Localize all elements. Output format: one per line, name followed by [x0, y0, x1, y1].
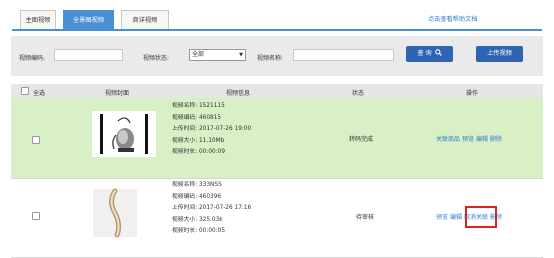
video-code-label: 视频编码: — [19, 55, 46, 62]
tab-underline — [12, 29, 542, 31]
select-all-label: 全选 — [33, 90, 46, 97]
delete-link[interactable]: 删除 — [490, 136, 502, 143]
row-checkbox[interactable] — [32, 136, 40, 144]
actions-header: 操作 — [466, 90, 479, 97]
filter-bar: 视频编码: 视频状态: 全部 ▼ 视频名称: 查 询 上传视频 — [11, 36, 543, 76]
video-status-value: 全部 — [192, 51, 205, 58]
video-cover-thumbnail[interactable] — [92, 111, 156, 157]
video-duration: 视频时长: 00:00:09 — [172, 149, 226, 155]
video-code-input[interactable] — [54, 49, 123, 61]
edit-link[interactable]: 编辑 — [450, 214, 462, 221]
preview-link[interactable]: 预览 — [462, 136, 474, 143]
video-code: 视频编码: 460396 — [172, 193, 222, 200]
cover-header: 视频封面 — [105, 90, 130, 97]
video-name: 视频名称: 333NSS — [172, 182, 222, 188]
video-name-label: 视频名称: — [257, 55, 284, 62]
table-row: 视频名称: 1521115 视频编码: 460815 上传时间: 2017-07… — [11, 98, 543, 179]
upload-video-button[interactable]: 上传视频 — [476, 46, 523, 62]
table-row: 视频名称: 333NSS 视频编码: 460396 上传时间: 2017-07-… — [11, 179, 543, 258]
upload-time: 上传时间: 2017-07-26 19:00 — [172, 126, 252, 132]
table-header: 全选 视频封面 视频信息 状态 操作 — [11, 84, 543, 99]
help-doc-link[interactable]: 点击查看帮助文档 — [428, 14, 478, 23]
video-name-input[interactable] — [293, 49, 394, 61]
vacuum-cleaner-image — [92, 111, 156, 157]
tab-detail-video[interactable]: 商详视频 — [121, 10, 169, 30]
video-cover-thumbnail[interactable] — [91, 187, 139, 239]
video-name: 视频名称: 1521115 — [172, 103, 225, 109]
video-info: 视频名称: 333NSS 视频编码: 460396 上传时间: 2017-07-… — [172, 180, 251, 238]
row-actions: 关联商品 预览 编辑 删除 — [436, 134, 504, 143]
select-all-checkbox[interactable] — [21, 87, 29, 95]
tab-main-video[interactable]: 主图视频 — [20, 10, 56, 30]
video-code: 视频编码: 460815 — [172, 114, 222, 121]
upload-time: 上传时间: 2017-07-26 17:16 — [172, 205, 252, 211]
info-header: 视频信息 — [226, 90, 251, 97]
video-status-label: 视频状态: — [143, 55, 170, 62]
status-header: 状态 — [352, 90, 365, 97]
preview-link[interactable]: 预览 — [436, 214, 448, 221]
status-text: 转码完成 — [349, 136, 374, 143]
link-product-link[interactable]: 关联商品 — [436, 136, 460, 143]
status-text: 待审核 — [356, 214, 375, 221]
video-size: 视频大小: 11.10Mb — [172, 137, 225, 144]
edit-link[interactable]: 编辑 — [476, 136, 488, 143]
video-info: 视频名称: 1521115 视频编码: 460815 上传时间: 2017-07… — [172, 101, 251, 159]
video-status-select[interactable]: 全部 ▼ — [189, 49, 246, 61]
tab-bar: 主图视频 全景图视频 商详视频 点击查看帮助文档 — [0, 0, 554, 31]
video-duration: 视频时长: 00:00:05 — [172, 228, 226, 234]
row-checkbox[interactable] — [32, 212, 40, 220]
search-button[interactable]: 查 询 — [406, 46, 453, 62]
search-button-label: 查 询 — [417, 50, 432, 57]
video-size: 视频大小: 325.03k — [172, 216, 223, 223]
product-image — [91, 187, 139, 239]
chevron-down-icon: ▼ — [239, 52, 243, 58]
tab-panorama-video[interactable]: 全景图视频 — [63, 10, 114, 31]
annotation-highlight-box — [465, 206, 497, 228]
search-icon — [434, 49, 442, 56]
